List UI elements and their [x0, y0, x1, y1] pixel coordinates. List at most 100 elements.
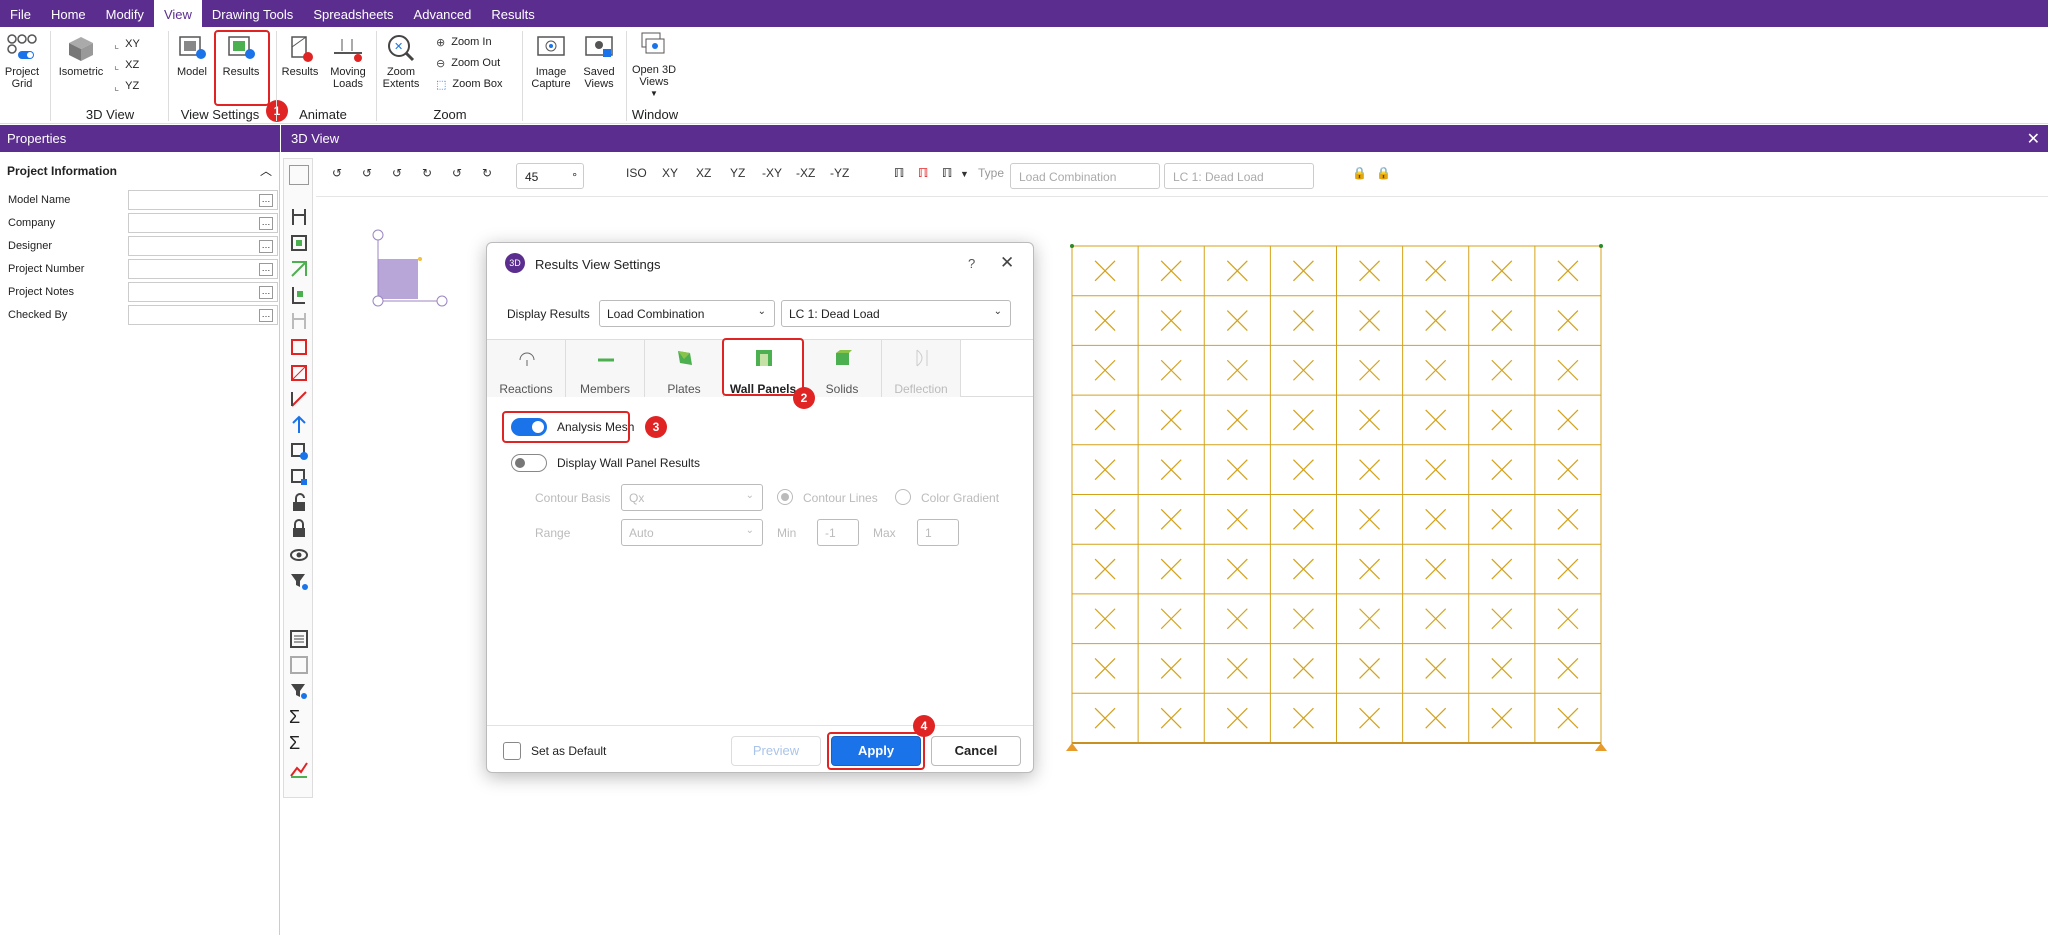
view-iso-button[interactable]: ISO [626, 166, 647, 180]
menu-results[interactable]: Results [481, 0, 544, 27]
support-tool-icon[interactable] [289, 285, 309, 305]
close-icon[interactable]: ✕ [2027, 129, 2040, 149]
view-xy-button[interactable]: XY [662, 166, 678, 180]
help-icon[interactable]: ? [968, 256, 975, 271]
more-icon[interactable]: … [259, 240, 273, 253]
more-icon[interactable]: … [259, 194, 273, 207]
zoom-in-button[interactable]: ⊕ Zoom In [436, 33, 492, 51]
display-results-select[interactable]: Load Combination ⌄ [599, 300, 775, 327]
more-icon[interactable]: … [259, 286, 273, 299]
project-grid-button[interactable]: Project Grid [2, 33, 42, 90]
menu-file[interactable]: File [0, 0, 41, 27]
member-labels-icon[interactable]: ℿ [894, 166, 904, 180]
tab-reactions[interactable]: Reactions [487, 340, 566, 397]
settings-tool-icon[interactable] [289, 441, 309, 461]
chart-icon[interactable] [289, 759, 309, 779]
model-view-settings-button[interactable]: Model [174, 33, 210, 78]
chevron-down-icon[interactable]: ▼ [960, 169, 969, 179]
load-case-select[interactable]: LC 1: Dead Load ⌄ [781, 300, 1011, 327]
filter-icon[interactable] [289, 571, 309, 591]
property-field[interactable]: … [128, 190, 278, 210]
image-capture-button[interactable]: Image Capture [526, 33, 576, 90]
lock-n-icon[interactable]: 🔒 [1376, 166, 1391, 180]
tab-plates[interactable]: Plates [645, 340, 724, 397]
zoom-out-button[interactable]: ⊖ Zoom Out [436, 54, 500, 72]
lock-icon[interactable] [289, 519, 309, 539]
view-neg-yz-button[interactable]: -YZ [830, 166, 849, 180]
rotate-ccw-icon[interactable]: ↺ [332, 166, 342, 180]
menu-view[interactable]: View [153, 0, 202, 27]
tab-solids[interactable]: Solids [803, 340, 882, 397]
plate-tool-icon[interactable] [289, 233, 309, 253]
rotate-y-neg-icon[interactable]: ↻ [422, 166, 432, 180]
sum-detail-icon[interactable]: Σ [289, 733, 309, 753]
eye-icon[interactable] [289, 545, 309, 565]
rotate-x-neg-icon[interactable]: ↺ [362, 166, 372, 180]
menu-drawing-tools[interactable]: Drawing Tools [202, 0, 303, 27]
open-3d-views-button[interactable]: Open 3D Views ▼ [630, 31, 678, 100]
view-xz-button[interactable]: ⌞ XZ [114, 56, 139, 74]
diagonal-tool-icon[interactable] [289, 389, 309, 409]
zoom-extents-button[interactable]: ✕ Zoom Extents [380, 33, 422, 90]
wall-panel-tool-icon[interactable] [289, 259, 309, 279]
more-icon[interactable]: … [259, 309, 273, 322]
layers-tool-icon[interactable] [289, 467, 309, 487]
lock-2d-icon[interactable]: 🔒 [1352, 166, 1367, 180]
pointer-tool-icon[interactable] [289, 165, 309, 185]
type-select[interactable]: Load Combination [1010, 163, 1160, 189]
zoom-box-button[interactable]: ⬚ Zoom Box [436, 75, 503, 93]
more-icon[interactable]: … [259, 263, 273, 276]
case-select[interactable]: LC 1: Dead Load [1164, 163, 1314, 189]
list-icon[interactable] [289, 629, 309, 649]
max-input[interactable]: 1 [917, 519, 959, 546]
tab-members[interactable]: Members [566, 340, 645, 397]
view-xy-button[interactable]: ⌞ XY [114, 35, 140, 53]
view-yz-button[interactable]: ⌞ YZ [114, 77, 139, 95]
contour-lines-radio[interactable] [777, 489, 793, 505]
color-gradient-radio[interactable] [895, 489, 911, 505]
rotate-z-pos-icon[interactable]: ↺ [452, 166, 462, 180]
property-field[interactable]: … [128, 282, 278, 302]
unlock-icon[interactable] [289, 493, 309, 513]
contour-basis-select[interactable]: Qx ⌄ [621, 484, 763, 511]
min-input[interactable]: -1 [817, 519, 859, 546]
property-field[interactable]: … [128, 305, 278, 325]
chevron-up-icon[interactable]: ︿ [260, 162, 272, 179]
member-tool-icon[interactable] [289, 207, 309, 227]
preview-button[interactable]: Preview [731, 736, 821, 766]
rotate-y-pos-icon[interactable]: ↺ [392, 166, 402, 180]
property-field[interactable]: … [128, 213, 278, 233]
results-labels-icon[interactable]: ℿ [942, 166, 952, 180]
cancel-button[interactable]: Cancel [931, 736, 1021, 766]
moving-loads-button[interactable]: Moving Loads [324, 33, 372, 90]
close-icon[interactable]: ✕ [1000, 253, 1014, 273]
menu-home[interactable]: Home [41, 0, 96, 27]
set-as-default-checkbox[interactable] [503, 742, 521, 760]
saved-views-button[interactable]: Saved Views [576, 33, 622, 90]
view-neg-xz-button[interactable]: -XZ [796, 166, 815, 180]
results-filter-icon[interactable] [289, 681, 309, 701]
menu-spreadsheets[interactable]: Spreadsheets [303, 0, 403, 27]
view-yz-button[interactable]: YZ [730, 166, 745, 180]
report-icon[interactable] [289, 655, 309, 675]
rotate-z-neg-icon[interactable]: ↻ [482, 166, 492, 180]
menu-advanced[interactable]: Advanced [404, 0, 482, 27]
view-neg-xy-button[interactable]: -XY [762, 166, 782, 180]
range-select[interactable]: Auto ⌄ [621, 519, 763, 546]
tab-deflection[interactable]: Deflection [882, 340, 961, 397]
sum-icon[interactable]: Σ [289, 707, 309, 727]
more-icon[interactable]: … [259, 217, 273, 230]
plate-labels-icon[interactable]: ℿ [918, 166, 928, 180]
display-wall-panel-results-toggle[interactable] [511, 454, 547, 472]
release-tool-icon[interactable] [289, 311, 309, 331]
property-field[interactable]: … [128, 236, 278, 256]
menu-modify[interactable]: Modify [96, 0, 154, 27]
animate-results-button[interactable]: Results [280, 33, 320, 78]
move-tool-icon[interactable] [289, 415, 309, 435]
angle-input[interactable]: 45 ° [516, 163, 584, 189]
area-load-tool-icon[interactable] [289, 363, 309, 383]
view-xz-button[interactable]: XZ [696, 166, 711, 180]
property-field[interactable]: … [128, 259, 278, 279]
load-tool-icon[interactable] [289, 337, 309, 357]
isometric-button[interactable]: Isometric [56, 33, 106, 78]
